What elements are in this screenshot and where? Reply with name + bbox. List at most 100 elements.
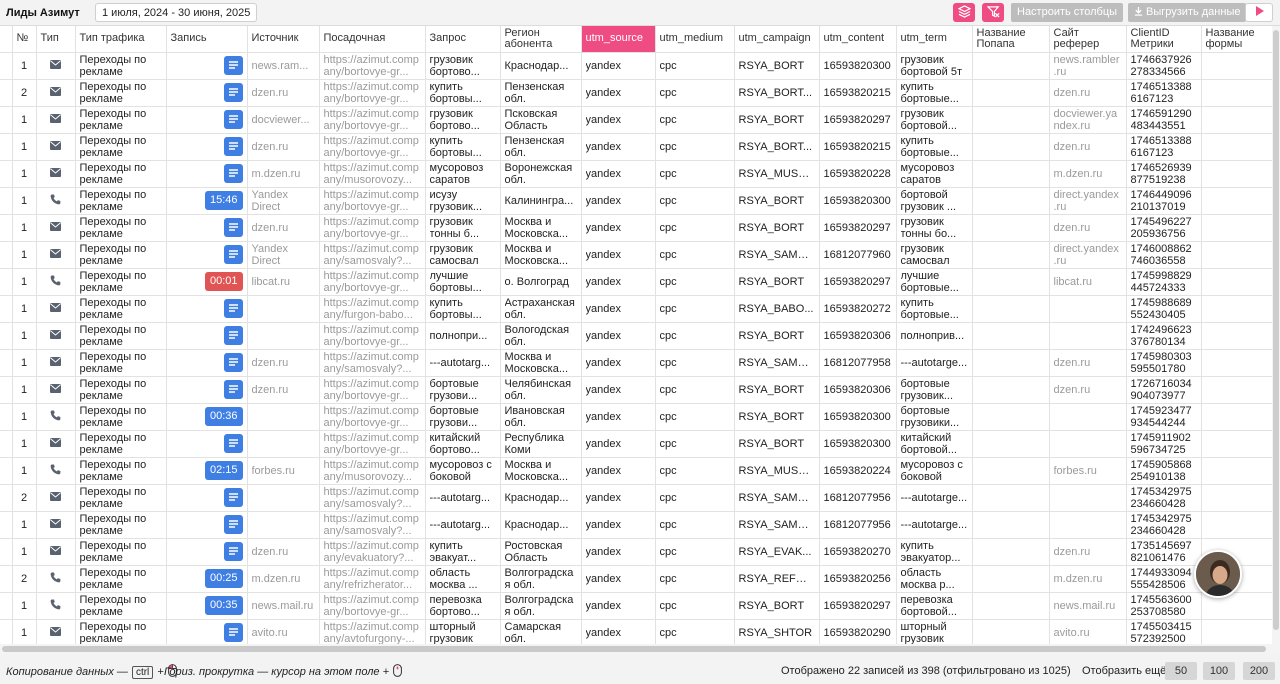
- show-200-button[interactable]: 200: [1243, 662, 1275, 680]
- document-icon[interactable]: [223, 326, 243, 345]
- document-icon[interactable]: [223, 434, 243, 453]
- play-button[interactable]: [1245, 3, 1273, 22]
- document-icon[interactable]: [223, 83, 243, 102]
- date-range-picker[interactable]: 1 июля, 2024 - 30 июня, 2025: [95, 3, 258, 22]
- cell-source: dzen.ru: [247, 376, 320, 404]
- table-row[interactable]: 1 Переходы по рекламе dzen.ru https://azimu…: [0, 538, 1272, 566]
- column-header[interactable]: utm_term: [896, 26, 973, 53]
- clear-filter-button[interactable]: [982, 3, 1004, 22]
- show-50-button[interactable]: 50: [1165, 662, 1197, 680]
- table-row[interactable]: 2 Переходы по рекламе 00:25 m.dzen.ru https:…: [0, 565, 1272, 593]
- document-icon[interactable]: [223, 245, 243, 264]
- call-recording-button[interactable]: 00:25: [204, 569, 243, 588]
- column-header[interactable]: Регион абонента: [500, 26, 582, 53]
- column-header-active[interactable]: utm_source: [581, 26, 656, 53]
- layers-button[interactable]: [953, 3, 975, 22]
- document-icon[interactable]: [223, 515, 243, 534]
- table-row[interactable]: 1 Переходы по рекламе 00:35 news.mail.ru htt…: [0, 592, 1272, 620]
- table-row[interactable]: 1 Переходы по рекламе dzen.ru https://azimu…: [0, 349, 1272, 377]
- call-recording-button[interactable]: 00:36: [204, 407, 243, 426]
- client-id-text: 1746637926278334566: [1130, 53, 1192, 78]
- show-100-button[interactable]: 100: [1203, 662, 1235, 680]
- horizontal-scrollbar[interactable]: [0, 644, 1280, 654]
- row-select-cell[interactable]: [0, 457, 13, 485]
- configure-columns-button[interactable]: Настроить столбцы: [1011, 3, 1124, 22]
- document-icon[interactable]: [223, 110, 243, 129]
- document-icon[interactable]: [223, 380, 243, 399]
- column-header[interactable]: Название Попапа: [972, 26, 1050, 53]
- column-header[interactable]: №: [12, 26, 37, 53]
- table-row[interactable]: 1 Переходы по рекламе https://azimut.compa…: [0, 430, 1272, 458]
- table-row[interactable]: 1 Переходы по рекламе 15:46 Yandex Direct ht…: [0, 187, 1272, 215]
- table-row[interactable]: 1 Переходы по рекламе https://azimut.compa…: [0, 295, 1272, 323]
- row-select-cell[interactable]: [0, 52, 13, 80]
- column-header[interactable]: Название формы: [1201, 26, 1272, 53]
- row-select-cell[interactable]: [0, 349, 13, 377]
- column-header[interactable]: Запись: [166, 26, 248, 53]
- column-header[interactable]: ClientID Метрики: [1126, 26, 1202, 53]
- column-header[interactable]: Тип трафика: [75, 26, 167, 53]
- table-row[interactable]: 1 Переходы по рекламе 00:36 https://azimut.…: [0, 403, 1272, 431]
- row-select-cell[interactable]: [0, 268, 13, 296]
- call-recording-button[interactable]: 15:46: [204, 191, 243, 210]
- table-row[interactable]: 1 Переходы по рекламе https://azimut.compa…: [0, 322, 1272, 350]
- table-row[interactable]: 1 Переходы по рекламе dzen.ru https://azimu…: [0, 214, 1272, 242]
- call-recording-button[interactable]: 00:35: [204, 596, 243, 615]
- document-icon[interactable]: [223, 137, 243, 156]
- document-icon[interactable]: [223, 353, 243, 372]
- document-icon[interactable]: [223, 488, 243, 507]
- column-header[interactable]: Сайт реферер: [1049, 26, 1127, 53]
- row-select-cell[interactable]: [0, 214, 13, 242]
- horizontal-scrollbar-thumb[interactable]: [2, 646, 1266, 652]
- row-select-cell[interactable]: [0, 565, 13, 593]
- table-row[interactable]: 1 Переходы по рекламе docviewer... https://…: [0, 106, 1272, 134]
- row-select-cell[interactable]: [0, 511, 13, 539]
- table-row[interactable]: 1 Переходы по рекламе dzen.ru https://azimu…: [0, 133, 1272, 161]
- row-select-cell[interactable]: [0, 241, 13, 269]
- client-id-text: 1745496227205936756: [1130, 215, 1192, 240]
- table-row[interactable]: 1 Переходы по рекламе 02:15 forbes.ru https:…: [0, 457, 1272, 485]
- row-select-cell[interactable]: [0, 79, 13, 107]
- document-icon[interactable]: [223, 299, 243, 318]
- export-data-button[interactable]: Выгрузить данные: [1128, 3, 1247, 22]
- document-icon[interactable]: [223, 542, 243, 561]
- row-select-cell[interactable]: [0, 106, 13, 134]
- support-chat-avatar[interactable]: [1194, 550, 1242, 598]
- row-select-cell[interactable]: [0, 322, 13, 350]
- row-select-cell[interactable]: [0, 484, 13, 512]
- table-row[interactable]: 1 Переходы по рекламе m.dzen.ru https://azi…: [0, 160, 1272, 188]
- table-row[interactable]: 2 Переходы по рекламе dzen.ru https://azimu…: [0, 79, 1272, 107]
- table-row[interactable]: 1 Переходы по рекламе 00:01 libcat.ru https:…: [0, 268, 1272, 296]
- row-select-cell[interactable]: [0, 376, 13, 404]
- call-recording-button[interactable]: 02:15: [204, 461, 243, 480]
- column-header[interactable]: Тип: [36, 26, 76, 53]
- row-select-cell[interactable]: [0, 430, 13, 458]
- call-recording-button[interactable]: 00:01: [204, 272, 243, 291]
- row-select-cell[interactable]: [0, 403, 13, 431]
- document-icon[interactable]: [223, 56, 243, 75]
- column-header[interactable]: utm_medium: [655, 26, 735, 53]
- vertical-scrollbar-thumb[interactable]: [1273, 30, 1279, 630]
- document-icon[interactable]: [223, 623, 243, 642]
- row-select-cell[interactable]: [0, 295, 13, 323]
- table-row[interactable]: 1 Переходы по рекламе dzen.ru https://azimu…: [0, 376, 1272, 404]
- row-select-cell[interactable]: [0, 538, 13, 566]
- column-header[interactable]: utm_campaign: [734, 26, 820, 53]
- column-header[interactable]: Запрос: [425, 26, 501, 53]
- table-row[interactable]: 2 Переходы по рекламе https://azimut.compa…: [0, 484, 1272, 512]
- row-select-cell[interactable]: [0, 133, 13, 161]
- table-row[interactable]: 1 Переходы по рекламе https://azimut.compa…: [0, 511, 1272, 539]
- row-select-cell[interactable]: [0, 619, 13, 644]
- column-header[interactable]: Посадочная: [319, 26, 426, 53]
- row-select-cell[interactable]: [0, 187, 13, 215]
- table-row[interactable]: 1 Переходы по рекламе Yandex Direct https:/…: [0, 241, 1272, 269]
- document-icon[interactable]: [223, 164, 243, 183]
- row-select-cell[interactable]: [0, 592, 13, 620]
- document-icon[interactable]: [223, 218, 243, 237]
- column-header[interactable]: Источник: [247, 26, 320, 53]
- column-header[interactable]: utm_content: [819, 26, 897, 53]
- table-row[interactable]: 1 Переходы по рекламе avito.ru https://azim…: [0, 619, 1272, 644]
- table-row[interactable]: 1 Переходы по рекламе news.ram... https://a…: [0, 52, 1272, 80]
- row-select-cell[interactable]: [0, 160, 13, 188]
- vertical-scrollbar[interactable]: [1272, 26, 1280, 644]
